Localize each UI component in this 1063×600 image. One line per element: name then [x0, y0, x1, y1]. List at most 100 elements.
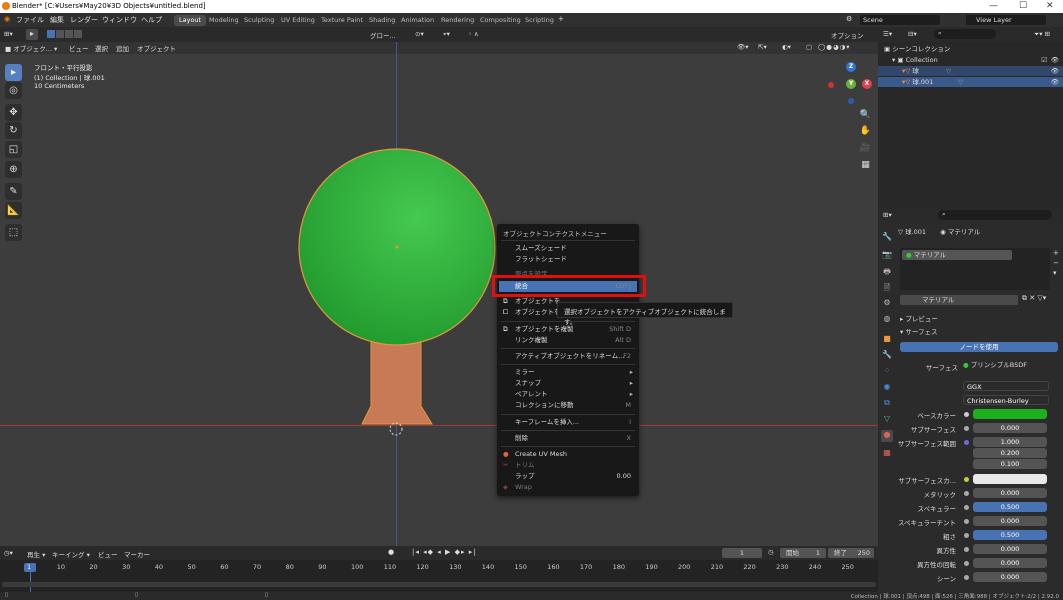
cursor-tool-icon[interactable]: ◎ — [5, 82, 22, 99]
view-layer-tab-icon[interactable]: 🗎 — [881, 282, 893, 294]
surface-shader-field[interactable]: ● プリンシプルBSDF — [963, 360, 1043, 370]
end-frame-field[interactable]: 終了 250 — [828, 548, 874, 558]
object-tab-icon[interactable]: ■ — [881, 334, 893, 346]
tab-uv-editing[interactable]: UV Editing — [276, 15, 320, 26]
menu-item-rename[interactable]: アクティブオブジェクトをリネーム... F2 — [499, 351, 637, 362]
tab-shading[interactable]: Shading — [364, 15, 400, 26]
menu-object[interactable]: オブジェクト — [137, 43, 176, 53]
world-tab-icon[interactable]: ◍ — [881, 314, 893, 326]
playback-controls[interactable]: |◂ ◂◆ ◂ ▶ ◆▸ ▸| — [412, 548, 477, 556]
maximize-button[interactable]: ☐ — [1019, 1, 1027, 11]
record-icon[interactable]: ● — [388, 548, 394, 556]
menu-item-move-to-collection[interactable]: コレクションに移動 M — [499, 400, 637, 411]
editor-type-icon[interactable]: ⊞▾ — [4, 30, 13, 38]
sheen-field[interactable]: 0.000 — [973, 572, 1047, 582]
outliner-panel[interactable]: ☰▾ ⊟▾ ⌕ ⏷▾ ⊞ ▣ シーンコレクション ▾ ▣ Collection ☑… — [878, 27, 1063, 208]
minimize-button[interactable]: — — [989, 1, 998, 11]
use-nodes-button[interactable]: ノードを使用 — [900, 342, 1058, 352]
preview-panel-header[interactable]: ▸ プレビュー — [900, 313, 938, 323]
material-slot-list[interactable]: ● マテリアル — [900, 248, 1050, 290]
scale-tool-icon[interactable]: ◱ — [5, 141, 22, 158]
move-tool-icon[interactable]: ✥ — [5, 104, 22, 121]
menu-item-parent[interactable]: ペアレント ▸ — [499, 389, 637, 400]
add-cube-tool-icon[interactable]: ⬚ — [5, 224, 22, 241]
scene-tab-icon[interactable]: ⚙ — [881, 298, 893, 310]
menu-render[interactable]: レンダー — [70, 15, 98, 25]
subsurface-radius-z[interactable]: 0.100 — [973, 459, 1047, 469]
material-slot-item[interactable]: ● マテリアル — [902, 250, 1012, 260]
data-tab-icon[interactable]: ▽ — [881, 414, 893, 426]
select-mode-icon[interactable]: ▸ — [26, 29, 38, 40]
menu-file[interactable]: ファイル — [16, 15, 44, 25]
menu-item-snap[interactable]: スナップ ▸ — [499, 378, 637, 389]
shading-mode-icons[interactable]: ◯●◕◑▾ — [818, 43, 851, 51]
close-button[interactable]: ✕ — [1046, 1, 1054, 11]
scene-selector[interactable]: Scene — [860, 15, 940, 25]
navigation-gizmo[interactable]: Z Y X — [828, 60, 874, 106]
3d-viewport[interactable]: ■ オブジェク... ▾ ビュー 選択 追加 オブジェクト 👁▾ ⇱▾ ◐▾ ▢… — [0, 42, 878, 546]
tab-scripting[interactable]: Scripting — [520, 15, 559, 26]
annotate-tool-icon[interactable]: ✎ — [5, 183, 22, 200]
tab-layout[interactable]: Layout — [174, 15, 207, 26]
overlay-toggle-icon[interactable]: ◐▾ — [782, 43, 791, 51]
distribution-dropdown[interactable]: GGX — [963, 381, 1049, 391]
tab-rendering[interactable]: Rendering — [436, 15, 479, 26]
output-tab-icon[interactable]: 🖶 — [881, 266, 893, 278]
blender-menu-icon[interactable]: ◉ — [4, 15, 10, 23]
render-tab-icon[interactable]: 📷 — [881, 250, 893, 262]
roughness-field[interactable]: 0.500 — [973, 530, 1047, 540]
physics-tab-icon[interactable]: ◉ — [881, 382, 893, 394]
tab-animation[interactable]: Animation — [396, 15, 439, 26]
pivot-icon[interactable]: ⊙▾ — [415, 30, 424, 38]
current-frame-field[interactable]: 1 — [722, 548, 762, 558]
particles-tab-icon[interactable]: ⁘ — [881, 366, 893, 378]
start-frame-field[interactable]: 開始 1 — [780, 548, 826, 558]
menu-item-trim[interactable]: ✂ トリム — [499, 460, 637, 471]
measure-tool-icon[interactable]: 📐 — [5, 202, 22, 219]
menu-window[interactable]: ウィンドウ — [102, 15, 137, 25]
transform-orientation[interactable]: グロー... — [370, 30, 396, 40]
properties-panel[interactable]: ⊞▾ ⌕ ▽ 球.001 ◉ マテリアル ● マテリアル + − ▾ マテリアル ⧉ … — [878, 208, 1063, 592]
menu-timeline-view[interactable]: ビュー — [98, 549, 118, 559]
options-dropdown[interactable]: オプション — [831, 30, 864, 40]
outliner-editor-icon[interactable]: ☰▾ — [883, 30, 892, 38]
menu-item-insert-keyframe[interactable]: キーフレームを挿入... I — [499, 417, 637, 428]
tab-sculpting[interactable]: Sculpting — [239, 15, 279, 26]
menu-keying[interactable]: キーイング ▾ — [52, 549, 90, 559]
properties-search[interactable]: ⌕ — [938, 210, 1052, 220]
filter-icon[interactable]: ⏷▾ ⊞ — [1034, 30, 1050, 39]
specular-field[interactable]: 0.500 — [973, 502, 1047, 512]
scene-collection-row[interactable]: ▣ シーンコレクション — [878, 44, 1063, 54]
add-workspace-button[interactable]: + — [558, 15, 564, 23]
timeline-scrollbar[interactable] — [2, 582, 876, 587]
subsurface-radius-y[interactable]: 0.200 — [973, 448, 1047, 458]
menu-marker[interactable]: マーカー — [124, 549, 150, 559]
menu-item-link-duplicate[interactable]: リンク複製 Alt D — [499, 335, 637, 346]
rotate-tool-icon[interactable]: ↻ — [5, 122, 22, 139]
ortho-grid-icon[interactable]: ▦ — [859, 160, 872, 173]
select-tool-icon[interactable]: ▸ — [5, 64, 22, 81]
menu-view[interactable]: ビュー — [69, 43, 89, 53]
properties-editor-icon[interactable]: ⊞▾ — [883, 211, 892, 219]
subsurface-color-swatch[interactable] — [973, 474, 1047, 484]
xray-icon[interactable]: ▢ — [806, 43, 812, 51]
zoom-icon[interactable]: 🔍 — [859, 110, 872, 123]
material-tab-icon[interactable]: ● — [881, 430, 893, 442]
view-layer-selector[interactable]: View Layer — [966, 15, 1046, 25]
material-selector[interactable]: マテリアル — [900, 295, 1018, 305]
menu-select[interactable]: 選択 — [95, 43, 108, 53]
subsurface-field[interactable]: 0.000 — [973, 423, 1047, 433]
menu-help[interactable]: ヘルプ — [141, 15, 162, 25]
visibility-icon[interactable]: 👁▾ — [737, 43, 749, 51]
transform-tool-icon[interactable]: ⊕ — [5, 161, 22, 178]
snap-icon[interactable]: ⌖▾ — [443, 30, 450, 39]
menu-add[interactable]: 追加 — [116, 43, 129, 53]
object-row-sphere[interactable]: ▾▽ 球 ▽ 👁 — [878, 66, 1063, 76]
tab-modeling[interactable]: Modeling — [204, 15, 244, 26]
gizmo-toggle-icon[interactable]: ⇱▾ — [758, 43, 767, 51]
menu-item-smooth-shade[interactable]: スムーズシェード — [499, 243, 637, 254]
camera-view-icon[interactable]: 🎥 — [859, 143, 872, 156]
select-box-buttons[interactable] — [47, 30, 83, 39]
tool-tab-icon[interactable]: 🔧 — [881, 232, 893, 244]
texture-tab-icon[interactable]: ▦ — [881, 448, 893, 460]
